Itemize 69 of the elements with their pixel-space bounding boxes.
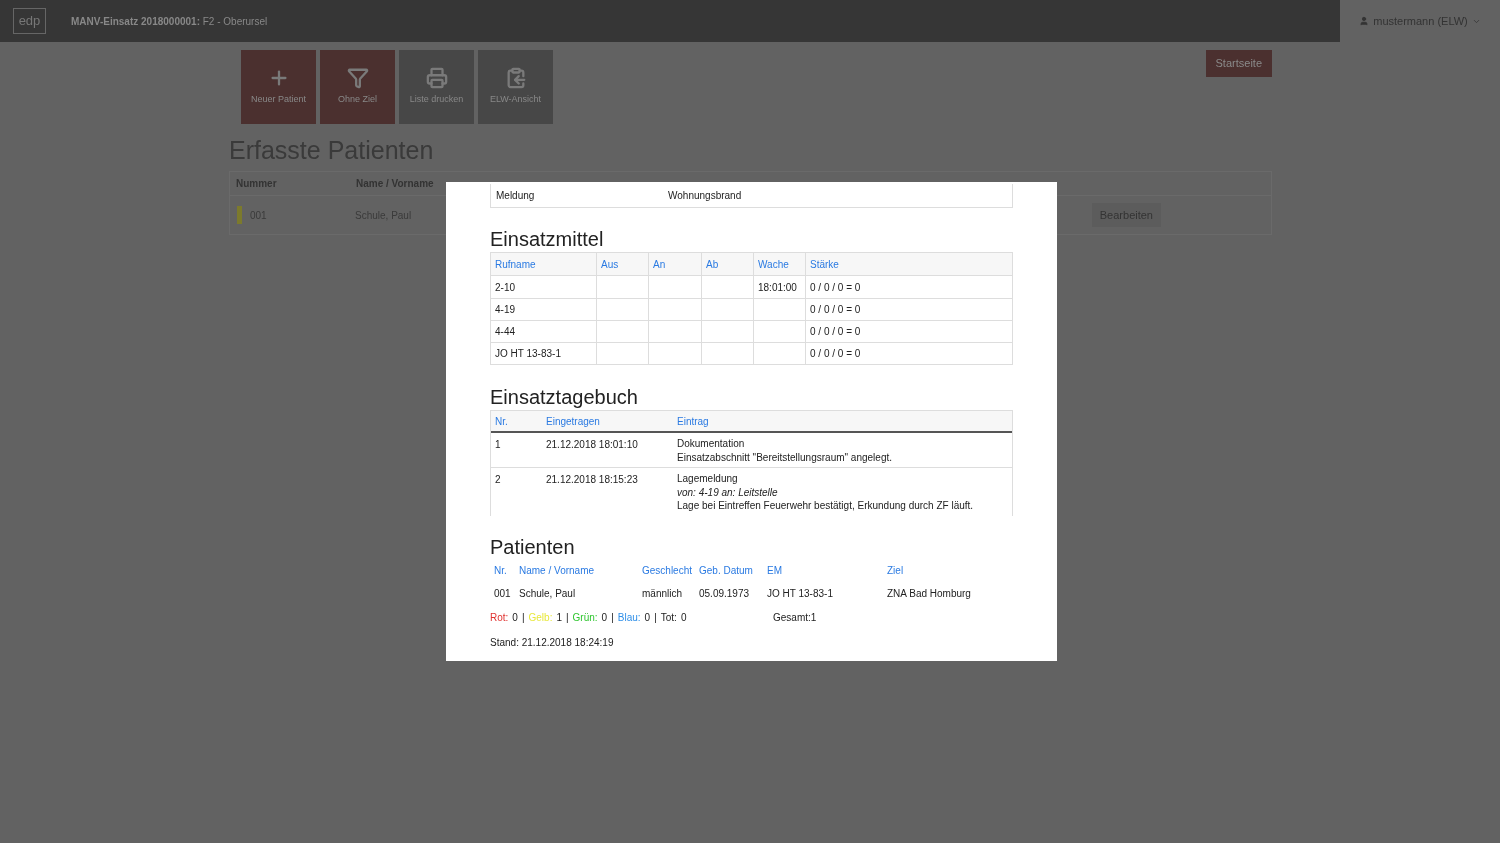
table-cell: 1 — [495, 439, 501, 450]
table-cell-text: JO HT 13-83-1 — [495, 347, 561, 361]
toolbar-button[interactable]: Ohne Ziel — [320, 50, 395, 124]
separator: | — [521, 611, 525, 625]
log-text: Dokumentation — [677, 437, 746, 451]
column-header: Stärke — [805, 253, 1012, 275]
logo[interactable]: edp — [13, 8, 46, 34]
count-label: Gelb: — [528, 611, 553, 625]
table-cell: 21.12.2018 18:15:23 — [546, 474, 638, 485]
table-cell: JO HT 13-83-1 — [767, 588, 833, 599]
count-label: Rot: — [490, 611, 509, 625]
column-header: Nr. — [494, 565, 507, 576]
log-text: Lagemeldung — [677, 472, 739, 486]
table-cell-text: 18:01:00 — [758, 280, 797, 295]
field-value: Wohnungsbrand — [668, 189, 742, 203]
count-label: Grün: — [572, 611, 598, 625]
count-label: Blau: — [617, 611, 641, 625]
log-text: Lage bei Eintreffen Feuerwehr bestätigt, Erkundung durch ZF läuft. — [677, 499, 975, 513]
log-text: von: 4-19 an: Leitstelle — [677, 485, 779, 499]
printer-icon — [425, 67, 448, 90]
home-button[interactable]: Startseite — [1205, 50, 1272, 77]
count-value: 0 — [601, 611, 608, 625]
table-cell: 001 — [494, 588, 511, 599]
table-cell: männlich — [642, 588, 683, 599]
table-cell-text: 0 / 0 / 0 = 0 — [810, 303, 861, 317]
column-header: Name / Vorname — [519, 565, 595, 576]
count-label: Tot: — [660, 611, 677, 625]
table-cell-text: 0 / 0 / 0 = 0 — [810, 325, 861, 339]
count-value: 0 — [644, 611, 651, 625]
toolbar-button[interactable]: Neuer Patient — [241, 50, 316, 124]
toolbar-button[interactable]: ELW-Ansicht — [478, 50, 553, 124]
section-heading: Einsatztagebuch — [490, 385, 639, 410]
column-header: Geschlecht — [642, 565, 693, 576]
table-cell-text: 4-19 — [495, 303, 515, 317]
user-icon — [1359, 16, 1370, 26]
count-value: 1 — [556, 611, 562, 625]
section-heading: Patienten — [490, 534, 576, 560]
page-title: MANV-Einsatz 2018000001: F2 - Oberursel — [71, 14, 268, 29]
column-header: Eingetragen — [545, 414, 601, 429]
separator: | — [566, 611, 569, 625]
column-header: Aus — [596, 253, 648, 275]
column-header: Nr. — [494, 414, 509, 429]
column-header: An — [648, 253, 701, 275]
separator: | — [654, 611, 657, 625]
column-header: Wache — [753, 253, 805, 275]
section-heading: Einsatzmittel — [490, 227, 605, 252]
column-header: Rufname — [494, 257, 537, 272]
table-cell-text: 0 / 0 / 0 = 0 — [810, 280, 861, 295]
separator: | — [611, 611, 614, 625]
column-header: EM — [767, 565, 782, 576]
column-header: Ab — [701, 253, 753, 275]
table-cell-text: 4-44 — [495, 325, 515, 339]
count-value: 0 — [512, 611, 518, 625]
field-label: Meldung — [495, 189, 536, 203]
table-cell: Schule, Paul — [519, 588, 576, 599]
table-cell: ZNA Bad Homburg — [887, 588, 971, 599]
count-value: 0 — [680, 611, 687, 625]
table-cell-text: 0 / 0 / 0 = 0 — [810, 347, 861, 361]
log-text: Einsatzabschnitt "Bereitstellungsraum" angelegt. — [677, 450, 893, 464]
table-cell: 2 — [495, 474, 501, 485]
table-cell: 05.09.1973 — [699, 588, 750, 599]
column-header: Geb. Datum — [699, 565, 753, 576]
total-count: Gesamt:1 — [773, 611, 817, 625]
timestamp: Stand: 21.12.2018 18:24:19 — [490, 635, 615, 650]
funnel-icon — [346, 67, 369, 90]
column-header: Eintrag — [676, 414, 710, 429]
table-cell: 21.12.2018 18:01:10 — [546, 439, 638, 450]
column-header: Ziel — [887, 565, 904, 576]
table-cell-text: 2-10 — [495, 280, 515, 295]
